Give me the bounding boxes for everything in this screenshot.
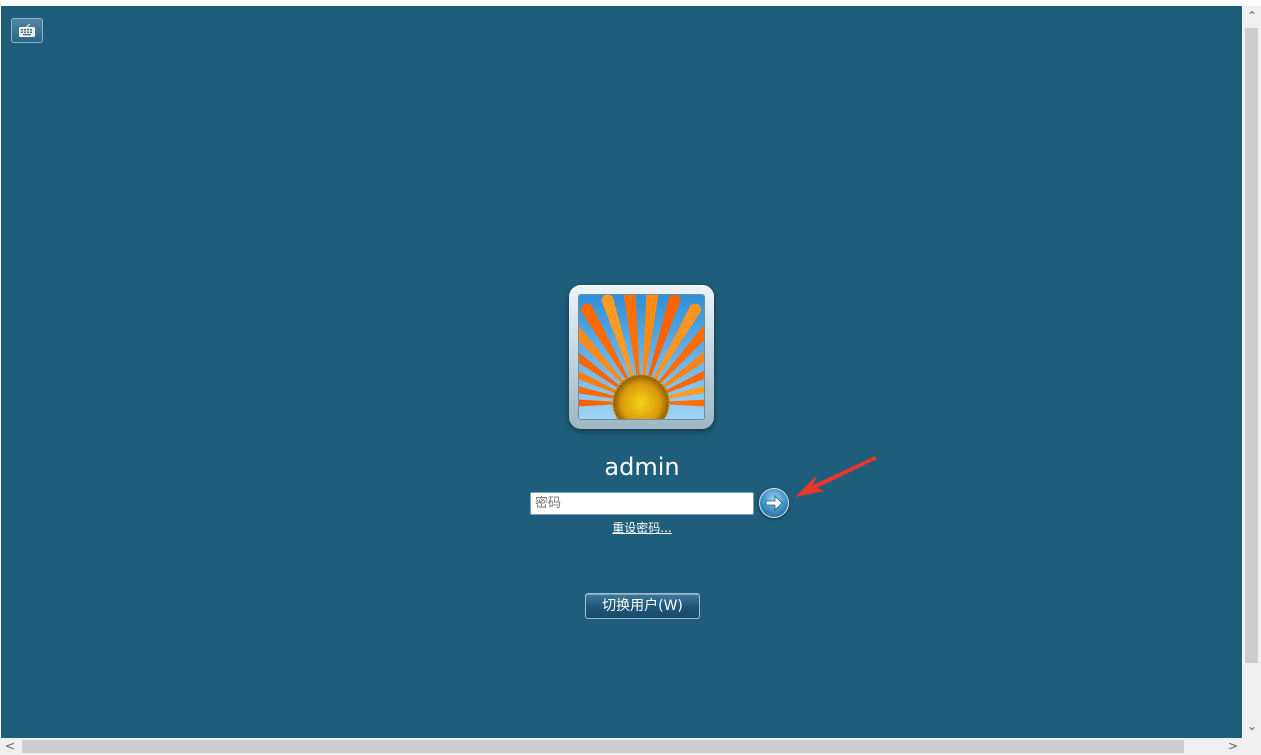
submit-button[interactable] bbox=[759, 488, 789, 518]
username-label: admin bbox=[604, 453, 680, 481]
vertical-scroll-thumb[interactable] bbox=[1245, 28, 1258, 663]
avatar bbox=[578, 294, 705, 420]
password-input[interactable] bbox=[530, 492, 754, 515]
horizontal-scroll-thumb[interactable] bbox=[22, 740, 1184, 753]
flower-avatar-image bbox=[579, 295, 704, 419]
scroll-up-icon[interactable]: ⌃ bbox=[1244, 8, 1260, 24]
scroll-left-icon[interactable]: < bbox=[2, 738, 18, 754]
user-avatar-frame bbox=[569, 285, 714, 429]
keyboard-icon bbox=[19, 24, 35, 37]
scroll-right-icon[interactable]: > bbox=[1225, 738, 1241, 754]
reset-password-link[interactable]: 重设密码... bbox=[606, 519, 678, 536]
scroll-down-icon[interactable]: ⌄ bbox=[1244, 718, 1260, 734]
vertical-scrollbar[interactable]: ⌃ ⌄ bbox=[1243, 6, 1261, 738]
arrow-right-icon bbox=[765, 495, 783, 511]
scrollbar-corner bbox=[1243, 738, 1261, 755]
login-screen: admin 重设密码... 切换用户(W) bbox=[1, 6, 1242, 738]
horizontal-scrollbar[interactable]: < > bbox=[0, 738, 1243, 755]
annotation-arrow-icon bbox=[795, 456, 877, 497]
on-screen-keyboard-button[interactable] bbox=[11, 18, 43, 43]
switch-user-button[interactable]: 切换用户(W) bbox=[585, 593, 700, 619]
